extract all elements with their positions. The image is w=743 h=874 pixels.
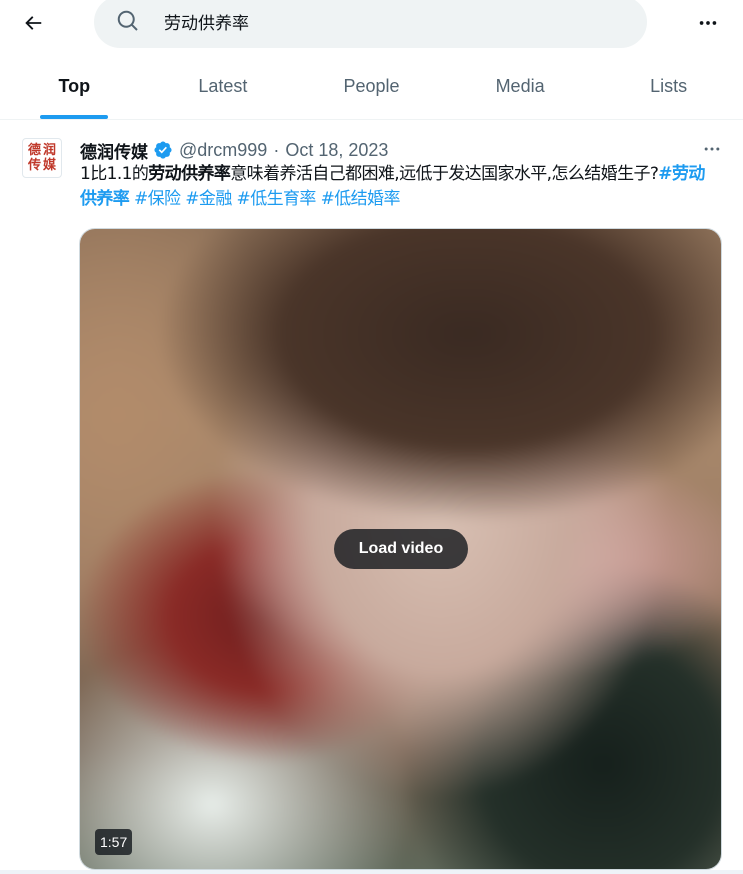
avatar-glyph: 传 bbox=[27, 158, 41, 173]
avatar-glyph: 德 bbox=[27, 143, 41, 158]
tweet-text-part: 意味着养活自己都困难,远低于发达国家水平,怎么结婚生子? bbox=[230, 164, 659, 184]
tweet-header: 德润传媒 @drcm999 · Oct 18, 2023 bbox=[80, 138, 388, 163]
tab-lists[interactable]: Lists bbox=[594, 53, 743, 119]
tab-top[interactable]: Top bbox=[0, 53, 149, 119]
tab-label: Top bbox=[58, 75, 91, 96]
hashtag-link[interactable]: #保险 bbox=[134, 189, 181, 209]
back-button[interactable] bbox=[14, 4, 52, 42]
arrow-left-icon bbox=[25, 16, 42, 30]
tab-label: Media bbox=[495, 75, 545, 96]
tweet-text-part: 1比1.1的 bbox=[80, 164, 149, 184]
more-icon bbox=[704, 147, 720, 151]
bottom-divider bbox=[0, 870, 743, 874]
hashtag-link[interactable]: #金融 bbox=[185, 189, 232, 209]
avatar-glyph: 媒 bbox=[43, 158, 57, 173]
tab-media[interactable]: Media bbox=[446, 53, 595, 119]
handle[interactable]: @drcm999 bbox=[179, 140, 267, 161]
avatar[interactable]: 德 润 传 媒 bbox=[22, 138, 62, 178]
search-input[interactable] bbox=[164, 8, 604, 34]
top-bar bbox=[0, 0, 743, 53]
hashtag-link[interactable]: #低生育率 bbox=[237, 189, 317, 209]
more-icon bbox=[699, 21, 717, 25]
avatar-seal: 德 润 传 媒 bbox=[28, 143, 56, 173]
search-bar[interactable] bbox=[94, 0, 647, 48]
video-duration-badge: 1:57 bbox=[95, 829, 133, 855]
search-highlight: 劳动供养率 bbox=[148, 164, 231, 184]
tweet[interactable]: 德 润 传 媒 德润传媒 @drcm999 · Oct 18, 2023 1比1… bbox=[0, 120, 743, 874]
tab-latest[interactable]: Latest bbox=[149, 53, 298, 119]
load-video-button[interactable]: Load video bbox=[334, 529, 468, 569]
tweet-date[interactable]: Oct 18, 2023 bbox=[285, 140, 388, 161]
search-icon bbox=[117, 10, 138, 31]
tab-label: People bbox=[343, 75, 400, 96]
search-tabs: Top Latest People Media Lists bbox=[0, 53, 743, 120]
verified-badge-icon bbox=[154, 141, 172, 159]
tab-label: Latest bbox=[198, 75, 248, 96]
separator: · bbox=[273, 139, 280, 160]
hashtag-link[interactable]: #低结婚率 bbox=[321, 189, 401, 209]
more-options-button[interactable] bbox=[688, 4, 728, 42]
tweet-text: 1比1.1的劳动供养率意味着养活自己都困难,远低于发达国家水平,怎么结婚生子? #… bbox=[80, 162, 720, 212]
video-player[interactable]: Load video 1:57 bbox=[79, 228, 722, 870]
display-name[interactable]: 德润传媒 bbox=[80, 138, 148, 163]
active-tab-indicator bbox=[40, 115, 109, 119]
tab-label: Lists bbox=[650, 75, 688, 96]
tweet-more-button[interactable] bbox=[698, 138, 726, 160]
tab-people[interactable]: People bbox=[297, 53, 446, 119]
avatar-glyph: 润 bbox=[43, 143, 57, 158]
